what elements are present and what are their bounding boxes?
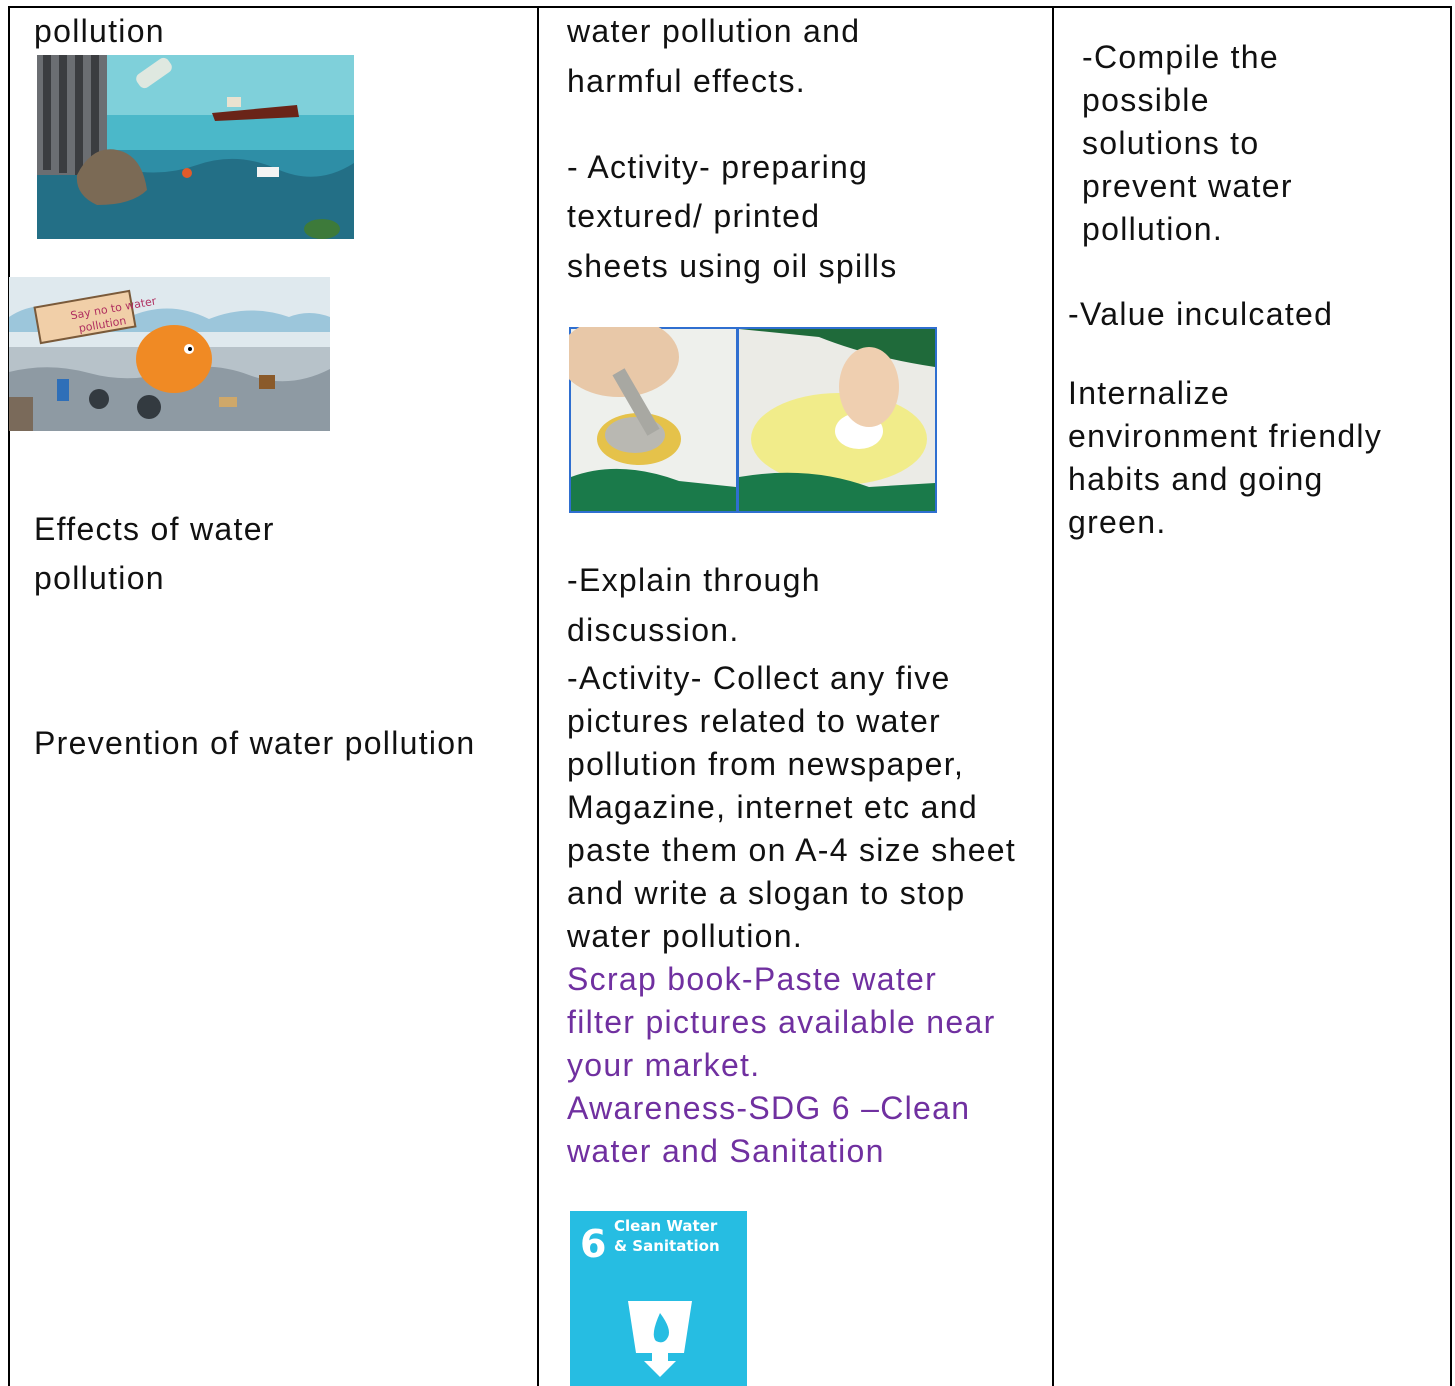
- value-line1: Internalize: [1068, 375, 1230, 411]
- sdg-title-line2: & Sanitation: [614, 1237, 720, 1255]
- activity2-line2: pictures related to water: [567, 703, 941, 739]
- value-line3: habits and going: [1068, 461, 1324, 497]
- column-topics: pollution Say no to water pollution Effe…: [0, 6, 537, 1386]
- sdg6-clean-water-icon: 6 Clean Water & Sanitation: [570, 1211, 747, 1386]
- arrow-down-icon: [644, 1353, 676, 1377]
- awareness-line1: Awareness-SDG 6 –Clean: [567, 1090, 971, 1126]
- activity1-line3: sheets using oil spills: [567, 248, 898, 284]
- compile-line3: solutions to: [1082, 125, 1260, 161]
- topic-effects-line1: Effects of water: [34, 511, 275, 547]
- topic-pollution: pollution: [34, 13, 165, 49]
- intro-line1: water pollution and: [567, 13, 861, 49]
- compile-line2: possible: [1082, 82, 1210, 118]
- activity1-line2: textured/ printed: [567, 198, 821, 234]
- table-border-right: [1450, 6, 1452, 1386]
- column-activities: water pollution and harmful effects. - A…: [539, 6, 1052, 1386]
- explain-line2: discussion.: [567, 612, 740, 648]
- pollution-cartoon-image: [37, 55, 354, 239]
- scrapbook-line3: your market.: [567, 1047, 761, 1083]
- awareness-line2: water and Sanitation: [567, 1133, 885, 1169]
- topic-effects-line2: pollution: [34, 560, 165, 596]
- say-no-to-water-pollution-drawing: Say no to water pollution: [9, 277, 330, 431]
- column-learning-outcomes: -Compile the possible solutions to preve…: [1054, 6, 1450, 1386]
- sdg-number: 6: [580, 1222, 606, 1266]
- value-line4: green.: [1068, 504, 1167, 540]
- activity2-line5: paste them on A-4 size sheet: [567, 832, 1017, 868]
- activity1-line1: - Activity- preparing: [567, 149, 869, 185]
- oil-spill-activity-photo: [569, 327, 937, 513]
- activity2-line6: and write a slogan to stop: [567, 875, 966, 911]
- sdg-title-line1: Clean Water: [614, 1217, 718, 1235]
- value-heading: -Value inculcated: [1068, 296, 1334, 332]
- explain-line1: -Explain through: [567, 562, 821, 598]
- intro-line2: harmful effects.: [567, 63, 806, 99]
- activity2-line7: water pollution.: [567, 918, 804, 954]
- scrapbook-line2: filter pictures available near: [567, 1004, 996, 1040]
- compile-line5: pollution.: [1082, 211, 1224, 247]
- value-line2: environment friendly: [1068, 418, 1383, 454]
- activity2-line3: pollution from newspaper,: [567, 746, 965, 782]
- scrapbook-line1: Scrap book-Paste water: [567, 961, 938, 997]
- topic-prevention: Prevention of water pollution: [34, 725, 476, 761]
- compile-line1: -Compile the: [1082, 39, 1280, 75]
- lesson-plan-table: pollution Say no to water pollution Effe…: [0, 0, 1455, 1386]
- activity2-line4: Magazine, internet etc and: [567, 789, 978, 825]
- activity2-line1: -Activity- Collect any five: [567, 660, 951, 696]
- compile-line4: prevent water: [1082, 168, 1293, 204]
